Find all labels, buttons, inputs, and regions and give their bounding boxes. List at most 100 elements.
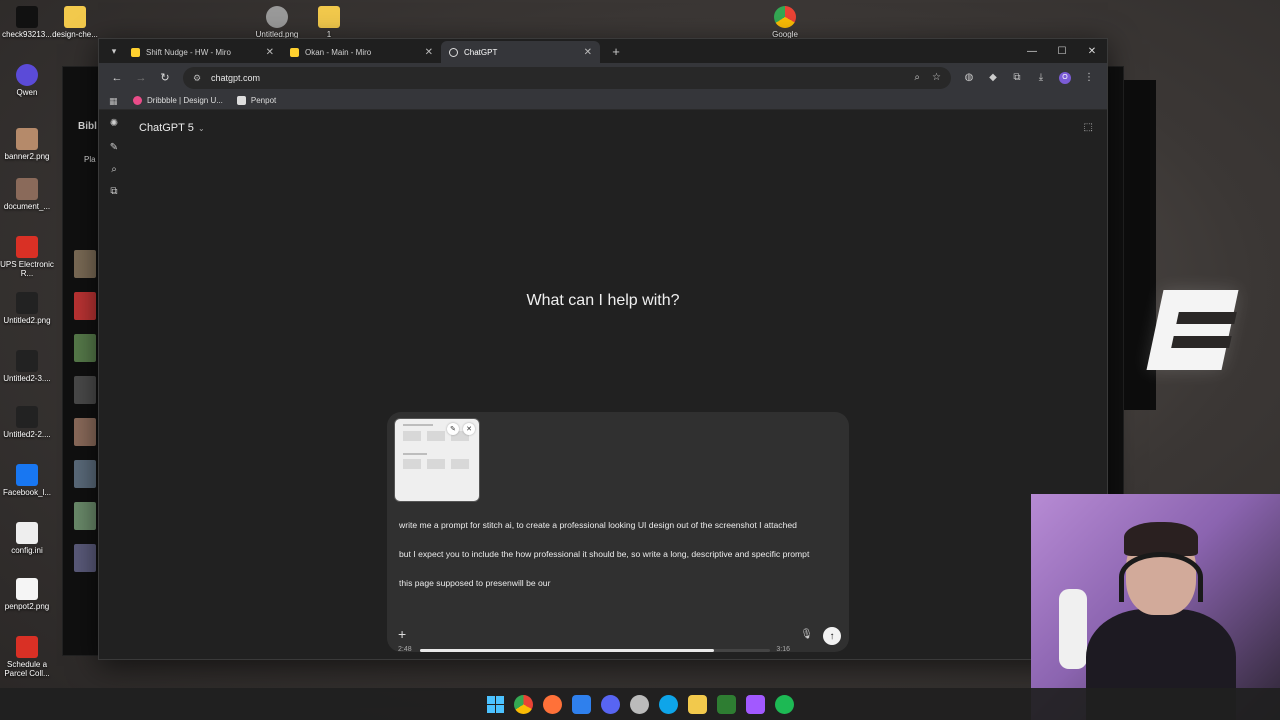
close-icon[interactable]: ✕ [584, 47, 592, 58]
extensions-puzzle-icon[interactable]: ⧉ [1005, 72, 1029, 83]
taskbar [0, 688, 1280, 720]
discord-icon[interactable] [600, 694, 620, 714]
desktop-icon-facebook[interactable]: Facebook_l... [0, 464, 54, 498]
desktop-icon-file[interactable]: check93213... [0, 6, 54, 40]
tab-okan-main[interactable]: Okan - Main - Miro ✕ [282, 41, 441, 63]
bookmark-dribbble[interactable]: Dribbble | Design U... [133, 96, 223, 105]
image-icon [16, 292, 38, 314]
new-chat-icon[interactable]: ✎ [107, 142, 121, 156]
desktop-icon-image[interactable]: Untitled2.png [0, 292, 54, 326]
chatgpt-app-icon[interactable] [629, 694, 649, 714]
terminal-icon[interactable] [716, 694, 736, 714]
scrubber-track[interactable] [420, 649, 770, 652]
image-icon [16, 178, 38, 200]
microphone-icon[interactable]: 🎙 [800, 629, 813, 640]
pdf-icon [16, 236, 38, 258]
download-icon[interactable]: ⤓ [1029, 72, 1053, 83]
model-selector[interactable]: ChatGPT 5 ⌄ [139, 122, 205, 134]
extension-icon[interactable]: ◍ [957, 72, 981, 83]
prompt-composer[interactable]: ✎ ✕ write me a prompt for stitch ai, to … [387, 412, 849, 652]
vscode-icon[interactable] [571, 694, 591, 714]
zoom-icon[interactable]: ⌕ [914, 72, 920, 83]
back-arrow-icon[interactable]: ← [105, 72, 129, 84]
edge-icon[interactable] [658, 694, 678, 714]
close-icon[interactable]: ✕ [425, 47, 433, 58]
profile-avatar[interactable]: O [1059, 71, 1071, 84]
send-button[interactable]: ↑ [823, 627, 841, 645]
minimize-icon[interactable]: — [1017, 46, 1047, 57]
miro-icon [131, 47, 140, 57]
prompt-paragraph: but I expect you to include the how prof… [399, 549, 810, 559]
menu-kebab-icon[interactable]: ⋮ [1077, 72, 1101, 83]
miro-icon [290, 47, 299, 57]
qwen-icon [16, 64, 38, 86]
tab-shift-nudge[interactable]: Shift Nudge - HW - Miro ✕ [123, 41, 282, 63]
tab-list-chevron-icon[interactable]: ▾ [105, 42, 123, 60]
url-text: chatgpt.com [211, 72, 261, 83]
desktop-icon-image[interactable]: Untitled2-2.... [0, 406, 54, 440]
figma-icon[interactable] [745, 694, 765, 714]
attachment-thumbnail[interactable]: ✎ ✕ [394, 418, 480, 502]
folder-icon [64, 6, 86, 28]
prompt-paragraph: write me a prompt for stitch ai, to crea… [399, 520, 797, 530]
site-info-icon[interactable]: ⚙ [193, 73, 203, 83]
desktop-icon-pdf[interactable]: Schedule a Parcel Coll... [0, 636, 54, 679]
att-line [403, 424, 433, 426]
bookmarks-bar: ▦ Dribbble | Design U... Penpot [99, 92, 1107, 110]
extension-icon[interactable]: ◆ [981, 72, 1005, 83]
desktop-icon-app[interactable]: Qwen [0, 64, 54, 98]
video-scrubber[interactable]: 2:48 3:16 [398, 646, 790, 656]
openai-logo-icon[interactable]: ✺ [107, 118, 121, 132]
file-icon [16, 6, 38, 28]
att-box [427, 431, 445, 441]
att-box [403, 459, 421, 469]
reload-icon[interactable]: ↻ [153, 71, 177, 84]
firefox-icon[interactable] [542, 694, 562, 714]
desktop-icon-image[interactable]: document_... [0, 178, 54, 212]
image-icon [16, 350, 38, 372]
search-icon[interactable]: ⌕ [107, 164, 121, 178]
spotify-icon[interactable] [774, 694, 794, 714]
file-explorer-icon[interactable] [687, 694, 707, 714]
remove-attachment-icon[interactable]: ✕ [463, 423, 475, 435]
desktop-icon-image[interactable]: penpot2.png [0, 578, 54, 612]
chatgpt-icon [449, 47, 458, 57]
forward-arrow-icon[interactable]: → [129, 72, 153, 84]
close-icon[interactable]: ✕ [266, 47, 274, 58]
chrome-icon[interactable] [513, 694, 533, 714]
library-icon[interactable]: ⧉ [107, 186, 121, 200]
edit-pencil-icon[interactable]: ✎ [447, 423, 459, 435]
desktop-icon-folder[interactable]: design-che... [48, 6, 102, 40]
chrome-icon [774, 6, 796, 28]
penpot-icon [236, 96, 246, 105]
att-box [427, 459, 445, 469]
scrubber-progress [420, 649, 714, 652]
new-tab-plus-icon[interactable]: + [606, 44, 626, 59]
dribbble-icon [133, 96, 142, 105]
windows-start-icon[interactable] [486, 695, 504, 713]
address-bar[interactable]: ⚙ chatgpt.com ⌕ ☆ [183, 66, 951, 89]
image-icon [266, 6, 288, 28]
window-controls: — ☐ ✕ [1017, 46, 1107, 57]
desktop-icon-folder[interactable]: 1 [302, 6, 356, 40]
desktop-icon-image[interactable]: banner2.png [0, 128, 54, 162]
maximize-icon[interactable]: ☐ [1047, 46, 1077, 57]
desktop-icon-image[interactable]: Untitled.png [250, 6, 304, 40]
desktop-icon-chrome[interactable]: Google [758, 6, 812, 40]
prompt-paragraph: this page supposed to presenwill be our [399, 578, 551, 588]
image-icon [16, 578, 38, 600]
tab-chatgpt[interactable]: ChatGPT ✕ [441, 41, 600, 63]
close-window-icon[interactable]: ✕ [1077, 46, 1107, 57]
desktop-icon-config[interactable]: config.ini [0, 522, 54, 556]
att-line [403, 453, 427, 455]
temporary-chat-icon[interactable]: ⬚ [1084, 122, 1093, 133]
prompt-input[interactable]: write me a prompt for stitch ai, to crea… [399, 518, 839, 605]
bookmark-star-icon[interactable]: ☆ [932, 72, 941, 83]
desktop-icon-pdf[interactable]: UPS Electronic R... [0, 236, 54, 279]
navigation-bar: ← → ↻ ⚙ chatgpt.com ⌕ ☆ ◍ ◆ ⧉ ⤓ O ⋮ [99, 63, 1107, 92]
apps-grid-icon[interactable]: ▦ [109, 96, 119, 106]
add-attachment-plus-icon[interactable]: + [398, 626, 406, 642]
bookmark-penpot[interactable]: Penpot [236, 96, 276, 105]
microphone-stand [1059, 589, 1087, 669]
desktop-icon-image[interactable]: Untitled2-3.... [0, 350, 54, 384]
